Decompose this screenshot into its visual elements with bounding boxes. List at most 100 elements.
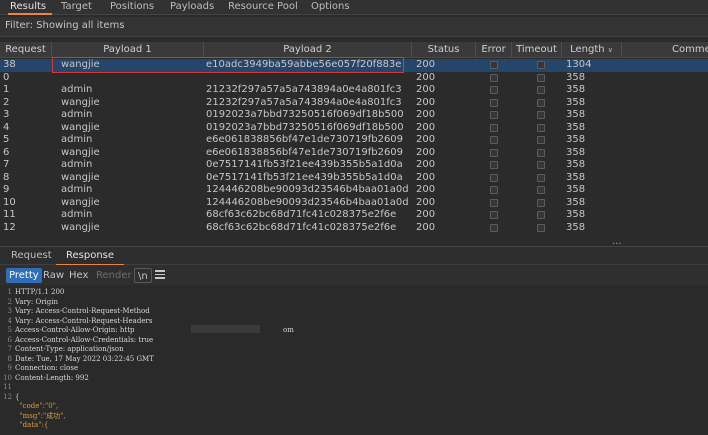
request-id-cell: 9 (3, 184, 10, 195)
line-number: 2 (7, 297, 12, 306)
code-text: "msg":"成功", (15, 411, 66, 420)
table-row[interactable]: 11 admin 68cf63c62bc68d71fc41c028375e2f6e 2… (0, 209, 708, 222)
menu-icon[interactable] (155, 270, 165, 279)
payload-1-cell: admin (61, 109, 93, 120)
code-text: Vary: Origin (15, 297, 59, 306)
status-cell: 200 (416, 171, 436, 183)
error-checkbox (490, 223, 498, 232)
payload-2-cell: 124446208be90093d23546b4baa01a0d (206, 184, 409, 195)
line-number: 1 (7, 288, 12, 296)
table-row[interactable]: 8 wangjie 0e7517141fb53f21ee439b355b5a1d0a… (0, 172, 708, 185)
request-id-cell: 38 (3, 59, 16, 70)
column-header-length[interactable]: Length ∨ (562, 42, 622, 58)
length-cell: 1304 (566, 59, 592, 70)
table-row[interactable]: 5 admin e6e061838856bf47e1de730719fb2609 20… (0, 134, 708, 147)
error-checkbox (490, 61, 498, 69)
render-button[interactable]: Render (93, 268, 135, 283)
line-number: 4 (7, 316, 12, 325)
status-cell: 200 (416, 96, 436, 108)
status-cell: 200 (416, 71, 436, 83)
column-header-request[interactable]: Request (0, 42, 52, 58)
tab-target[interactable]: Target (61, 0, 92, 15)
filter-text: Filter: Showing all items (5, 20, 125, 31)
line-number: 6 (7, 335, 12, 344)
column-header-payload-1[interactable]: Payload 1 (52, 42, 204, 58)
payload-1-cell: wangjie (61, 96, 100, 108)
payload-2-cell: 68cf63c62bc68d71fc41c028375e2f6e (206, 221, 397, 233)
tab-request[interactable]: Request (11, 250, 52, 261)
timeout-checkbox (537, 136, 545, 144)
table-row[interactable]: 12 wangjie 68cf63c62bc68d71fc41c028375e2f6… (0, 222, 708, 235)
tab-positions[interactable]: Positions (110, 0, 154, 15)
top-tab-bar: Results Target Positions Payloads Resour… (0, 0, 708, 15)
length-cell: 358 (566, 159, 586, 170)
length-cell: 358 (566, 84, 586, 95)
payload-1-cell: wangjie (61, 196, 100, 208)
code-text: Access-Control-Allow-Origin: http (15, 326, 135, 334)
code-text: Date: Tue, 17 May 2022 03:22:45 GMT (15, 354, 154, 363)
payload-2-cell: 0192023a7bbd73250516f069df18b500 (206, 121, 404, 133)
table-row[interactable]: 0 200 358 (0, 72, 708, 85)
tab-options[interactable]: Options (311, 0, 350, 15)
raw-button[interactable]: Raw (40, 268, 67, 283)
filter-bar[interactable]: Filter: Showing all items (0, 17, 708, 37)
timeout-checkbox (537, 173, 545, 182)
status-cell: 200 (416, 159, 436, 170)
payload-2-cell: 0e7517141fb53f21ee439b355b5a1d0a (206, 159, 403, 170)
request-id-cell: 11 (3, 209, 16, 220)
timeout-checkbox (537, 73, 545, 82)
column-header-comment[interactable]: Comment (622, 42, 708, 58)
tab-resource-pool[interactable]: Resource Pool (228, 0, 298, 15)
table-row[interactable]: 10 wangjie 124446208be90093d23546b4baa01a0… (0, 197, 708, 210)
table-row[interactable]: 1 admin 21232f297a57a5a743894a0e4a801fc3 20… (0, 84, 708, 97)
error-checkbox (490, 148, 498, 157)
line-number: 5 (7, 326, 12, 334)
column-header-payload-2[interactable]: Payload 2 (204, 42, 412, 58)
tab-payloads[interactable]: Payloads (170, 0, 214, 15)
table-row[interactable]: 2 wangjie 21232f297a57a5a743894a0e4a801fc3… (0, 97, 708, 110)
column-header-status[interactable]: Status (412, 42, 476, 58)
column-header-timeout[interactable]: Timeout (512, 42, 562, 58)
code-text: "code":"0", (15, 402, 59, 410)
tab-results[interactable]: Results (7, 0, 53, 15)
table-row[interactable]: 6 wangjie e6e061838856bf47e1de730719fb2609… (0, 147, 708, 160)
status-cell: 200 (416, 109, 436, 120)
line-number: 3 (7, 307, 12, 315)
newline-toggle[interactable]: \n (134, 268, 152, 283)
request-id-cell: 1 (3, 84, 10, 95)
tab-response[interactable]: Response (55, 250, 125, 266)
pretty-button[interactable]: Pretty (6, 268, 42, 283)
request-id-cell: 6 (3, 146, 10, 158)
length-cell: 358 (566, 184, 586, 195)
table-row[interactable]: 4 wangjie 0192023a7bbd73250516f069df18b500… (0, 122, 708, 135)
response-editor[interactable]: 1 HTTP/1.1 200 2 Vary: Origin 3 Vary: Access-… (0, 286, 708, 435)
hex-button[interactable]: Hex (66, 268, 91, 283)
table-row[interactable]: 3 admin 0192023a7bbd73250516f069df18b500 20… (0, 109, 708, 122)
timeout-checkbox (537, 86, 545, 94)
status-cell: 200 (416, 59, 436, 70)
payload-1-cell: wangjie (61, 171, 100, 183)
code-line: "code":"0", (0, 402, 708, 412)
request-id-cell: 7 (3, 159, 10, 170)
column-header-error[interactable]: Error (476, 42, 512, 58)
code-line: 8 Date: Tue, 17 May 2022 03:22:45 GMT (0, 355, 708, 365)
request-response-tabs: Request Response (0, 246, 708, 266)
table-header: Request Payload 1 Payload 2 Status Error… (0, 42, 708, 58)
error-checkbox (490, 173, 498, 182)
table-row[interactable]: 38 wangjie e10adc3949ba59abbe56e057f20f883… (0, 59, 708, 72)
status-cell: 200 (416, 221, 436, 233)
table-row[interactable]: 9 admin 124446208be90093d23546b4baa01a0d 20… (0, 184, 708, 197)
length-cell: 358 (566, 134, 586, 145)
request-id-cell: 2 (3, 96, 10, 108)
timeout-checkbox (537, 111, 545, 119)
code-text: "data":{ (15, 421, 49, 429)
payload-2-cell: 0192023a7bbd73250516f069df18b500 (206, 109, 404, 120)
request-id-cell: 12 (3, 221, 16, 233)
payload-1-cell: admin (61, 159, 93, 170)
error-checkbox (490, 86, 498, 94)
table-row[interactable]: 7 admin 0e7517141fb53f21ee439b355b5a1d0a 20… (0, 159, 708, 172)
status-cell: 200 (416, 84, 436, 95)
length-cell: 358 (566, 146, 586, 158)
length-cell: 358 (566, 109, 586, 120)
status-cell: 200 (416, 134, 436, 145)
